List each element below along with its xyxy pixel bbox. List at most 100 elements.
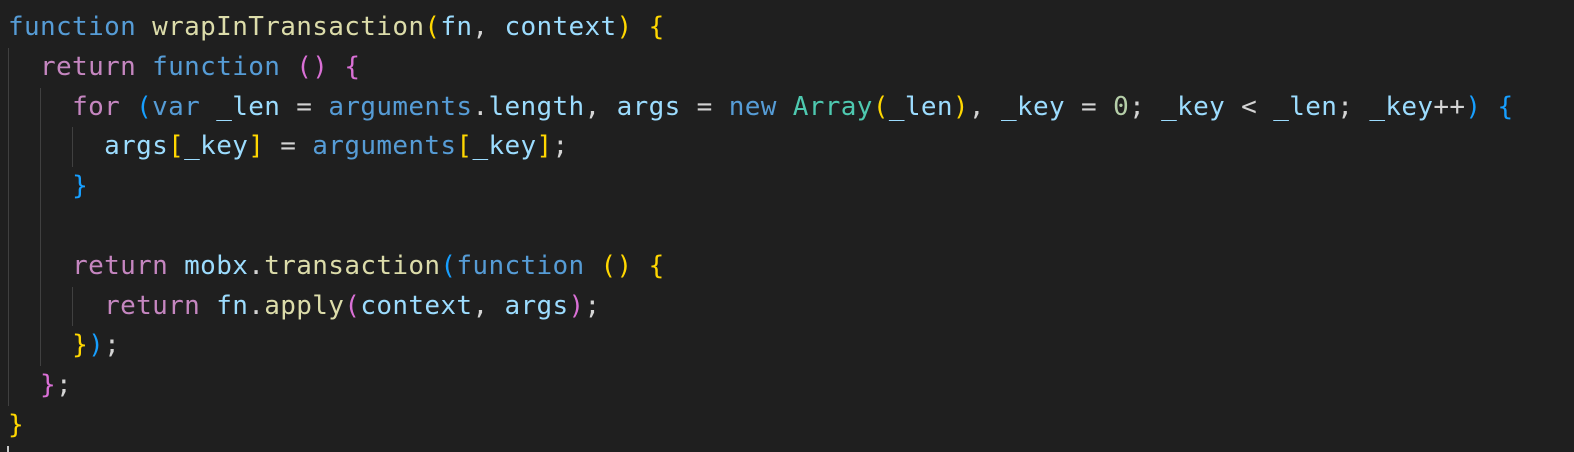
indent-guide <box>40 246 41 287</box>
code-token: apply <box>264 290 345 321</box>
code-token: _key <box>1000 91 1066 122</box>
code-token: context <box>504 12 617 42</box>
code-token: return <box>72 250 169 281</box>
code-token: () <box>600 250 633 281</box>
indent-guide <box>40 286 41 327</box>
code-line[interactable]: } <box>0 167 1574 207</box>
indent-guide <box>40 206 41 247</box>
code-token: ; <box>552 131 569 162</box>
code-token: ) <box>616 12 633 42</box>
code-line[interactable]: }); <box>0 326 1574 367</box>
indent-guide <box>72 127 73 168</box>
code-line[interactable]: } <box>0 406 1574 446</box>
code-token: ; <box>56 370 73 401</box>
code-line[interactable]: for (var _len = arguments.length, args =… <box>0 87 1574 128</box>
code-token: ; <box>1129 91 1162 122</box>
code-line[interactable] <box>0 206 1574 247</box>
indent-guide <box>8 246 9 287</box>
code-token: new <box>728 91 777 122</box>
code-token: arguments <box>328 91 473 122</box>
indent-guide <box>8 167 9 207</box>
code-token: ++ <box>1433 91 1466 122</box>
code-line[interactable]: args[_key] = arguments[_key]; <box>0 127 1574 168</box>
code-line[interactable]: return fn.apply(context, args); <box>0 286 1574 327</box>
code-editor[interactable]: function wrapInTransaction(fn, context) … <box>0 8 1574 452</box>
code-token: ; <box>104 330 121 361</box>
code-token: arguments <box>312 131 457 162</box>
code-token: ( <box>440 250 457 281</box>
code-token: ( <box>136 91 153 122</box>
code-line[interactable]: }; <box>0 366 1574 406</box>
indent-guide <box>40 326 41 367</box>
code-token: _key <box>184 131 249 162</box>
code-token: = <box>680 91 729 122</box>
code-token: } <box>72 171 89 202</box>
code-token: transaction <box>264 250 441 281</box>
code-token: { <box>344 51 361 82</box>
code-token: fn <box>216 290 249 321</box>
code-token: , <box>472 290 505 321</box>
indentation <box>8 131 104 161</box>
indent-guide <box>8 286 9 327</box>
code-token: _key <box>472 131 537 162</box>
indentation <box>8 291 104 321</box>
indent-guide <box>8 326 9 367</box>
indent-guide <box>8 366 9 406</box>
code-token: length <box>488 91 585 122</box>
code-token: ] <box>536 131 553 162</box>
code-token: function <box>8 12 137 42</box>
code-token: mobx <box>184 250 249 281</box>
indent-guide <box>8 127 9 168</box>
code-token: } <box>72 330 89 361</box>
code-line[interactable]: function wrapInTransaction(fn, context) … <box>0 8 1574 48</box>
code-token: ) <box>88 330 105 361</box>
code-token: ( <box>424 12 441 42</box>
code-token: () <box>296 51 329 82</box>
indent-guide <box>40 127 41 168</box>
code-token: return <box>104 290 201 321</box>
code-token: function <box>456 250 585 281</box>
code-token: } <box>40 370 57 401</box>
code-token: ) <box>952 91 969 122</box>
code-line[interactable]: return function () { <box>0 47 1574 88</box>
code-token: function <box>152 51 281 82</box>
code-token: { <box>1497 91 1514 122</box>
code-token: args <box>616 91 681 122</box>
code-token: _len <box>216 91 281 122</box>
code-token: . <box>472 91 489 122</box>
code-token: , <box>584 91 617 122</box>
code-token: _len <box>888 91 953 122</box>
code-token: . <box>248 250 265 281</box>
code-token: 0 <box>1113 91 1130 122</box>
code-token: { <box>648 250 665 281</box>
code-token: var <box>152 91 201 122</box>
code-token: return <box>40 51 137 82</box>
text-cursor <box>7 446 9 452</box>
code-token: ( <box>344 290 361 321</box>
code-token: fn <box>440 12 473 42</box>
code-token: , <box>968 91 1001 122</box>
code-token: _key <box>1369 91 1434 122</box>
indent-guide <box>40 87 41 128</box>
code-token: Array <box>792 91 873 122</box>
code-line[interactable]: return mobx.transaction(function () { <box>0 246 1574 287</box>
code-token: [ <box>456 131 473 162</box>
code-token: < <box>1225 91 1274 122</box>
code-token: = <box>264 131 313 162</box>
indentation <box>8 370 40 400</box>
code-token: ; <box>1337 91 1370 122</box>
code-token: , <box>472 12 505 42</box>
code-token: args <box>504 290 569 321</box>
code-token: _key <box>1161 91 1226 122</box>
code-token: = <box>1065 91 1114 122</box>
